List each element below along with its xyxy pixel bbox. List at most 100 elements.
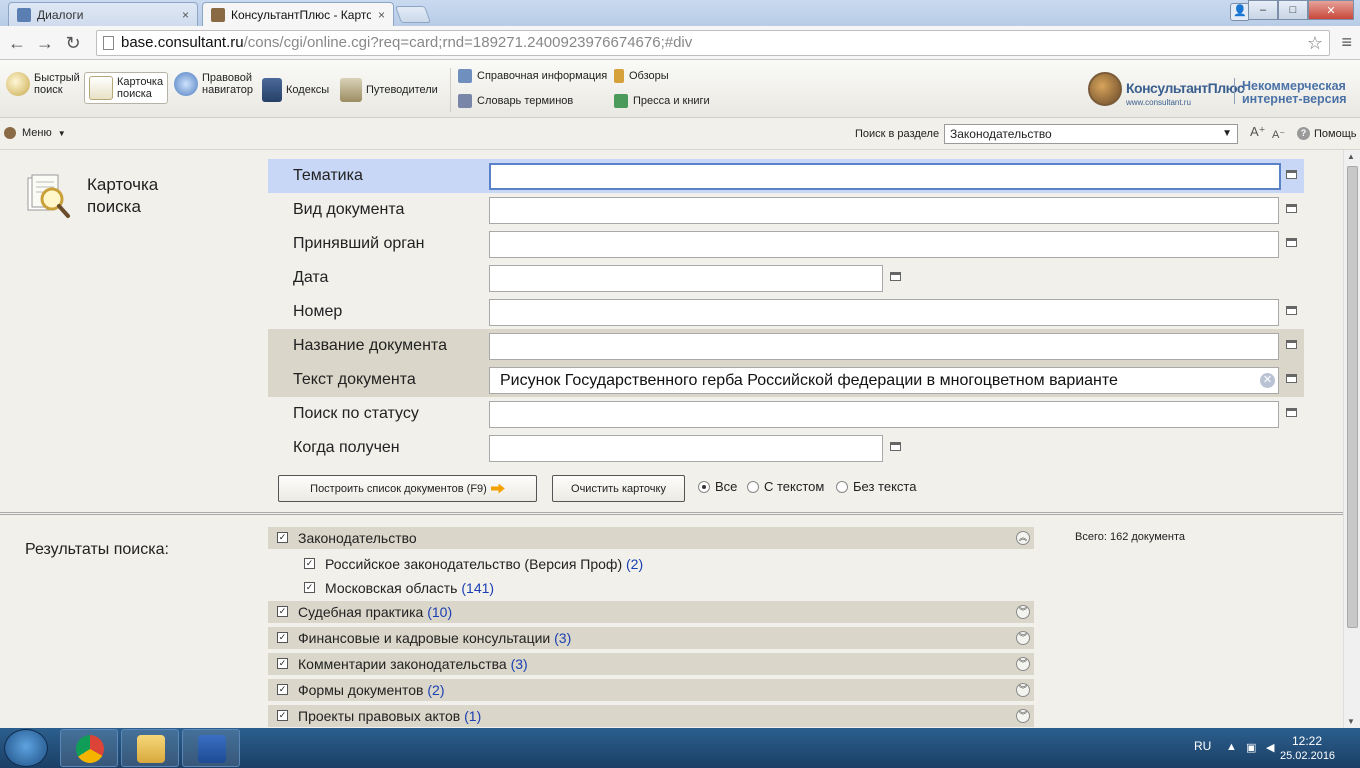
result-group[interactable]: ✓ Судебная практика (10) ︾ [268,601,1034,623]
font-decrease-icon[interactable]: A⁻ [1272,128,1285,141]
dictionary-button-icon[interactable] [1286,170,1297,179]
radio-all[interactable]: Все [698,479,737,494]
reference-info-link[interactable]: Справочная информация [458,69,607,83]
codes-button[interactable]: Кодексы [262,78,329,102]
result-group[interactable]: ✓ Финансовые и кадровые консультации (3)… [268,627,1034,649]
doc-text-field[interactable]: Рисунок Государственного герба Российско… [489,367,1279,394]
dictionary-button-icon[interactable] [1286,204,1297,213]
expand-icon[interactable]: ︾ [1016,709,1030,723]
url-field[interactable]: base.consultant.ru/cons/cgi/online.cgi?r… [96,30,1330,56]
checkbox[interactable]: ✓ [277,684,288,695]
tab-dialogs[interactable]: Диалоги × [8,2,198,26]
dictionary-button-icon[interactable] [890,442,901,451]
doc-count-link[interactable]: (2) [427,682,444,698]
result-subgroup[interactable]: ✓ Российское законодательство (Версия Пр… [268,553,1034,575]
dictionary-button-icon[interactable] [1286,306,1297,315]
taskbar-explorer[interactable] [121,729,179,767]
forward-arrow-icon[interactable]: → [34,32,56,54]
radio-with-text[interactable]: С текстом [747,479,824,494]
doc-count-link[interactable]: (1) [464,708,481,724]
reviews-link[interactable]: Обзоры [614,69,669,83]
radio-without-text[interactable]: Без текста [836,479,916,494]
checkbox[interactable]: ✓ [304,558,315,569]
checkbox[interactable]: ✓ [277,632,288,643]
doc-count-link[interactable]: (10) [427,604,452,620]
expand-icon[interactable]: ︾ [1016,657,1030,671]
font-increase-icon[interactable]: A⁺ [1250,124,1266,140]
doc-name-field[interactable] [489,333,1279,360]
doc-count-link[interactable]: (2) [626,556,643,572]
clear-field-icon[interactable]: ✕ [1260,373,1275,388]
windows-start-icon[interactable] [4,729,48,767]
clear-card-button[interactable]: Очистить карточку [552,475,685,502]
close-window-button[interactable]: ✕ [1308,0,1354,20]
scroll-down-icon[interactable]: ▼ [1347,717,1355,726]
checkbox[interactable]: ✓ [304,582,315,593]
doc-count-link[interactable]: (3) [554,630,571,646]
collapse-icon[interactable]: ︽ [1016,531,1030,545]
expand-icon[interactable]: ︾ [1016,683,1030,697]
checkbox[interactable]: ✓ [277,710,288,721]
back-arrow-icon[interactable]: ← [6,32,28,54]
scroll-thumb[interactable] [1347,166,1358,628]
volume-icon[interactable]: ◀ [1266,741,1274,754]
result-group[interactable]: ✓ Комментарии законодательства (3) ︾ [268,653,1034,675]
date-field[interactable] [489,265,883,292]
menu-button[interactable]: Меню ▼ [4,127,66,139]
checkbox[interactable]: ✓ [277,532,288,543]
dictionary-button-icon[interactable] [890,272,901,281]
status-field[interactable] [489,401,1279,428]
topic-field[interactable] [489,163,1281,190]
help-button[interactable]: ? Помощь [1297,127,1357,140]
minimize-button[interactable]: – [1248,0,1278,20]
checkbox[interactable]: ✓ [277,658,288,669]
user-profile-icon[interactable]: 👤 [1230,3,1250,21]
group-name: Проекты правовых актов [298,708,461,724]
doc-count-link[interactable]: (3) [511,656,528,672]
glossary-link[interactable]: Словарь терминов [458,94,573,108]
expand-icon[interactable]: ︾ [1016,631,1030,645]
press-books-link[interactable]: Пресса и книги [614,94,710,108]
new-tab-button[interactable] [394,6,432,23]
doc-type-field[interactable] [489,197,1279,224]
bookmark-star-icon[interactable]: ☆ [1307,31,1323,55]
authority-field[interactable] [489,231,1279,258]
section-select[interactable]: Законодательство ▼ [944,124,1238,144]
consultant-logo-icon[interactable] [1088,72,1122,106]
received-field[interactable] [489,435,883,462]
dictionary-button-icon[interactable] [1286,374,1297,383]
clock-date[interactable]: 25.02.2016 [1280,750,1335,762]
build-list-button[interactable]: Построить список документов (F9) [278,475,537,502]
reload-icon[interactable]: ↻ [62,32,84,54]
clock-time[interactable]: 12:22 [1292,734,1322,748]
dictionary-button-icon[interactable] [1286,340,1297,349]
dictionary-button-icon[interactable] [1286,238,1297,247]
result-subgroup[interactable]: ✓ Московская область (141) [268,577,1034,599]
tray-arrow-icon[interactable]: ▲ [1226,741,1237,753]
browser-menu-icon[interactable]: ≡ [1341,32,1352,53]
checkbox[interactable]: ✓ [277,606,288,617]
result-group[interactable]: ✓ Проекты правовых актов (1) ︾ [268,705,1034,727]
legal-navigator-button[interactable]: Правовой навигатор [174,72,253,96]
result-group[interactable]: ✓ Формы документов (2) ︾ [268,679,1034,701]
tab-consultant[interactable]: КонсультантПлюс - Карто × [202,2,394,26]
doc-count-link[interactable]: (141) [461,580,494,596]
number-field[interactable] [489,299,1279,326]
network-icon[interactable]: ▣ [1246,741,1256,754]
expand-icon[interactable]: ︾ [1016,605,1030,619]
scroll-up-icon[interactable]: ▲ [1347,152,1355,161]
dictionary-button-icon[interactable] [1286,408,1297,417]
quick-search-button[interactable]: Быстрый поиск [6,72,80,96]
tab-close-icon[interactable]: × [182,8,189,22]
search-card-icon [89,76,113,100]
page-scrollbar[interactable]: ▲ ▼ [1343,150,1360,728]
taskbar-word[interactable] [182,729,240,767]
language-indicator[interactable]: RU [1194,739,1211,753]
radio-dot [836,480,848,493]
result-group[interactable]: ✓ Законодательство ︽ [268,527,1034,549]
guides-button[interactable]: Путеводители [340,78,438,102]
tab-close-icon[interactable]: × [378,8,385,22]
maximize-button[interactable]: □ [1278,0,1308,20]
taskbar-chrome[interactable] [60,729,118,767]
search-card-button[interactable]: Карточка поиска [84,72,169,104]
